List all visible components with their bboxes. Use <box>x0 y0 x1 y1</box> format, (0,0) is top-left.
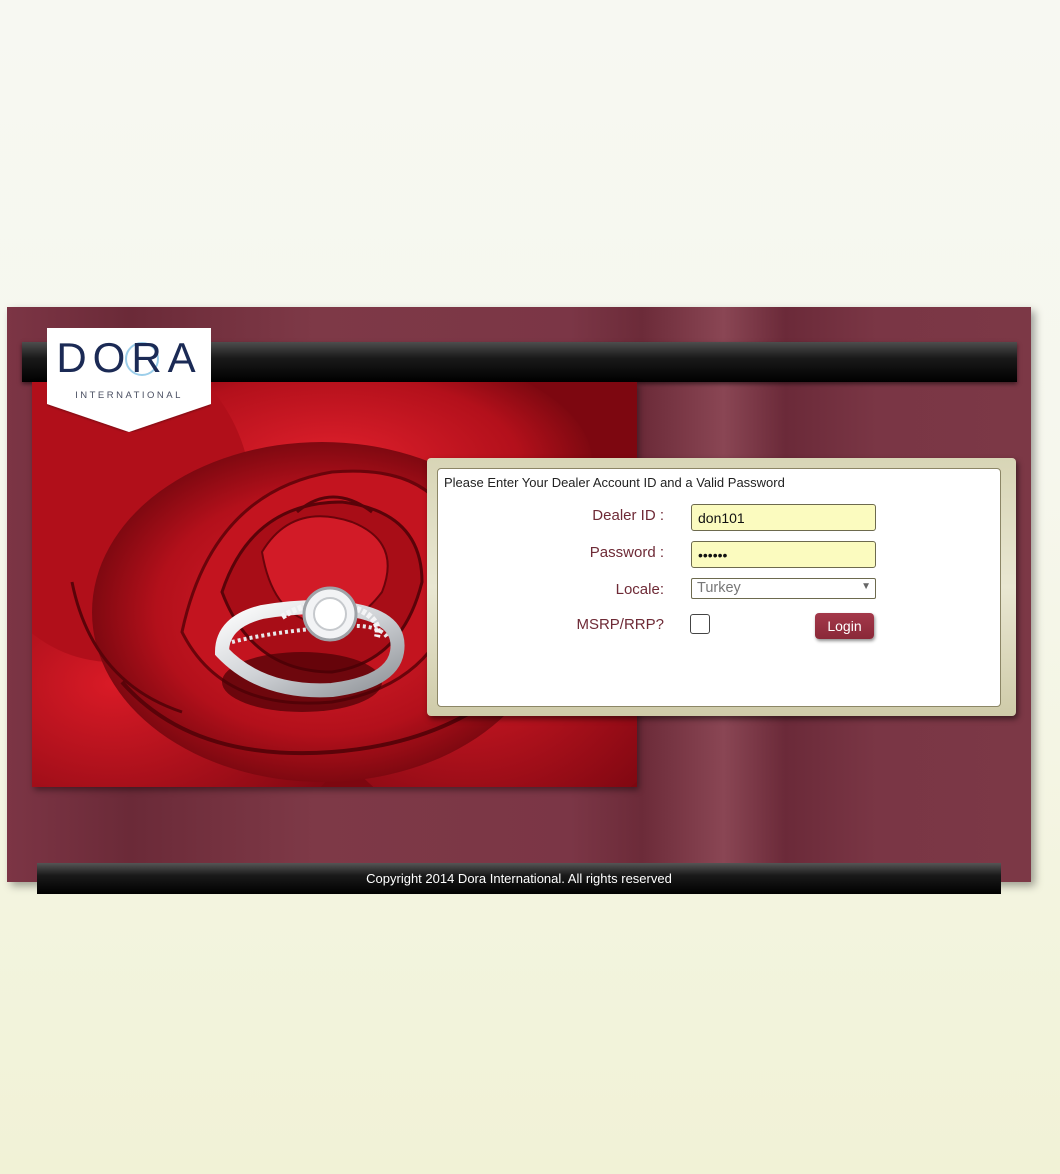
dealer-id-label: Dealer ID : <box>592 507 664 524</box>
dealer-id-input[interactable] <box>691 504 876 531</box>
msrp-label: MSRP/RRP? <box>576 616 664 633</box>
copyright-text: Copyright 2014 Dora International. All r… <box>366 871 672 886</box>
logo-wordmark: DORA <box>56 334 202 381</box>
msrp-checkbox[interactable] <box>690 614 710 634</box>
password-label: Password : <box>589 544 664 561</box>
password-input[interactable] <box>691 541 876 568</box>
logo-subtext: INTERNATIONAL <box>75 390 183 401</box>
login-heading: Please Enter Your Dealer Account ID and … <box>444 475 785 490</box>
login-form: Please Enter Your Dealer Account ID and … <box>437 468 1001 707</box>
locale-selected-value: Turkey <box>697 580 741 596</box>
dropdown-arrow-icon: ▼ <box>861 581 871 592</box>
login-button[interactable]: Login <box>815 613 874 639</box>
locale-label: Locale: <box>615 581 664 598</box>
login-panel: Please Enter Your Dealer Account ID and … <box>427 458 1016 716</box>
locale-select[interactable]: Turkey ▼ <box>691 578 876 599</box>
dora-logo[interactable]: DORA INTERNATIONAL <box>47 328 211 432</box>
footer-bar: Copyright 2014 Dora International. All r… <box>37 863 1001 894</box>
